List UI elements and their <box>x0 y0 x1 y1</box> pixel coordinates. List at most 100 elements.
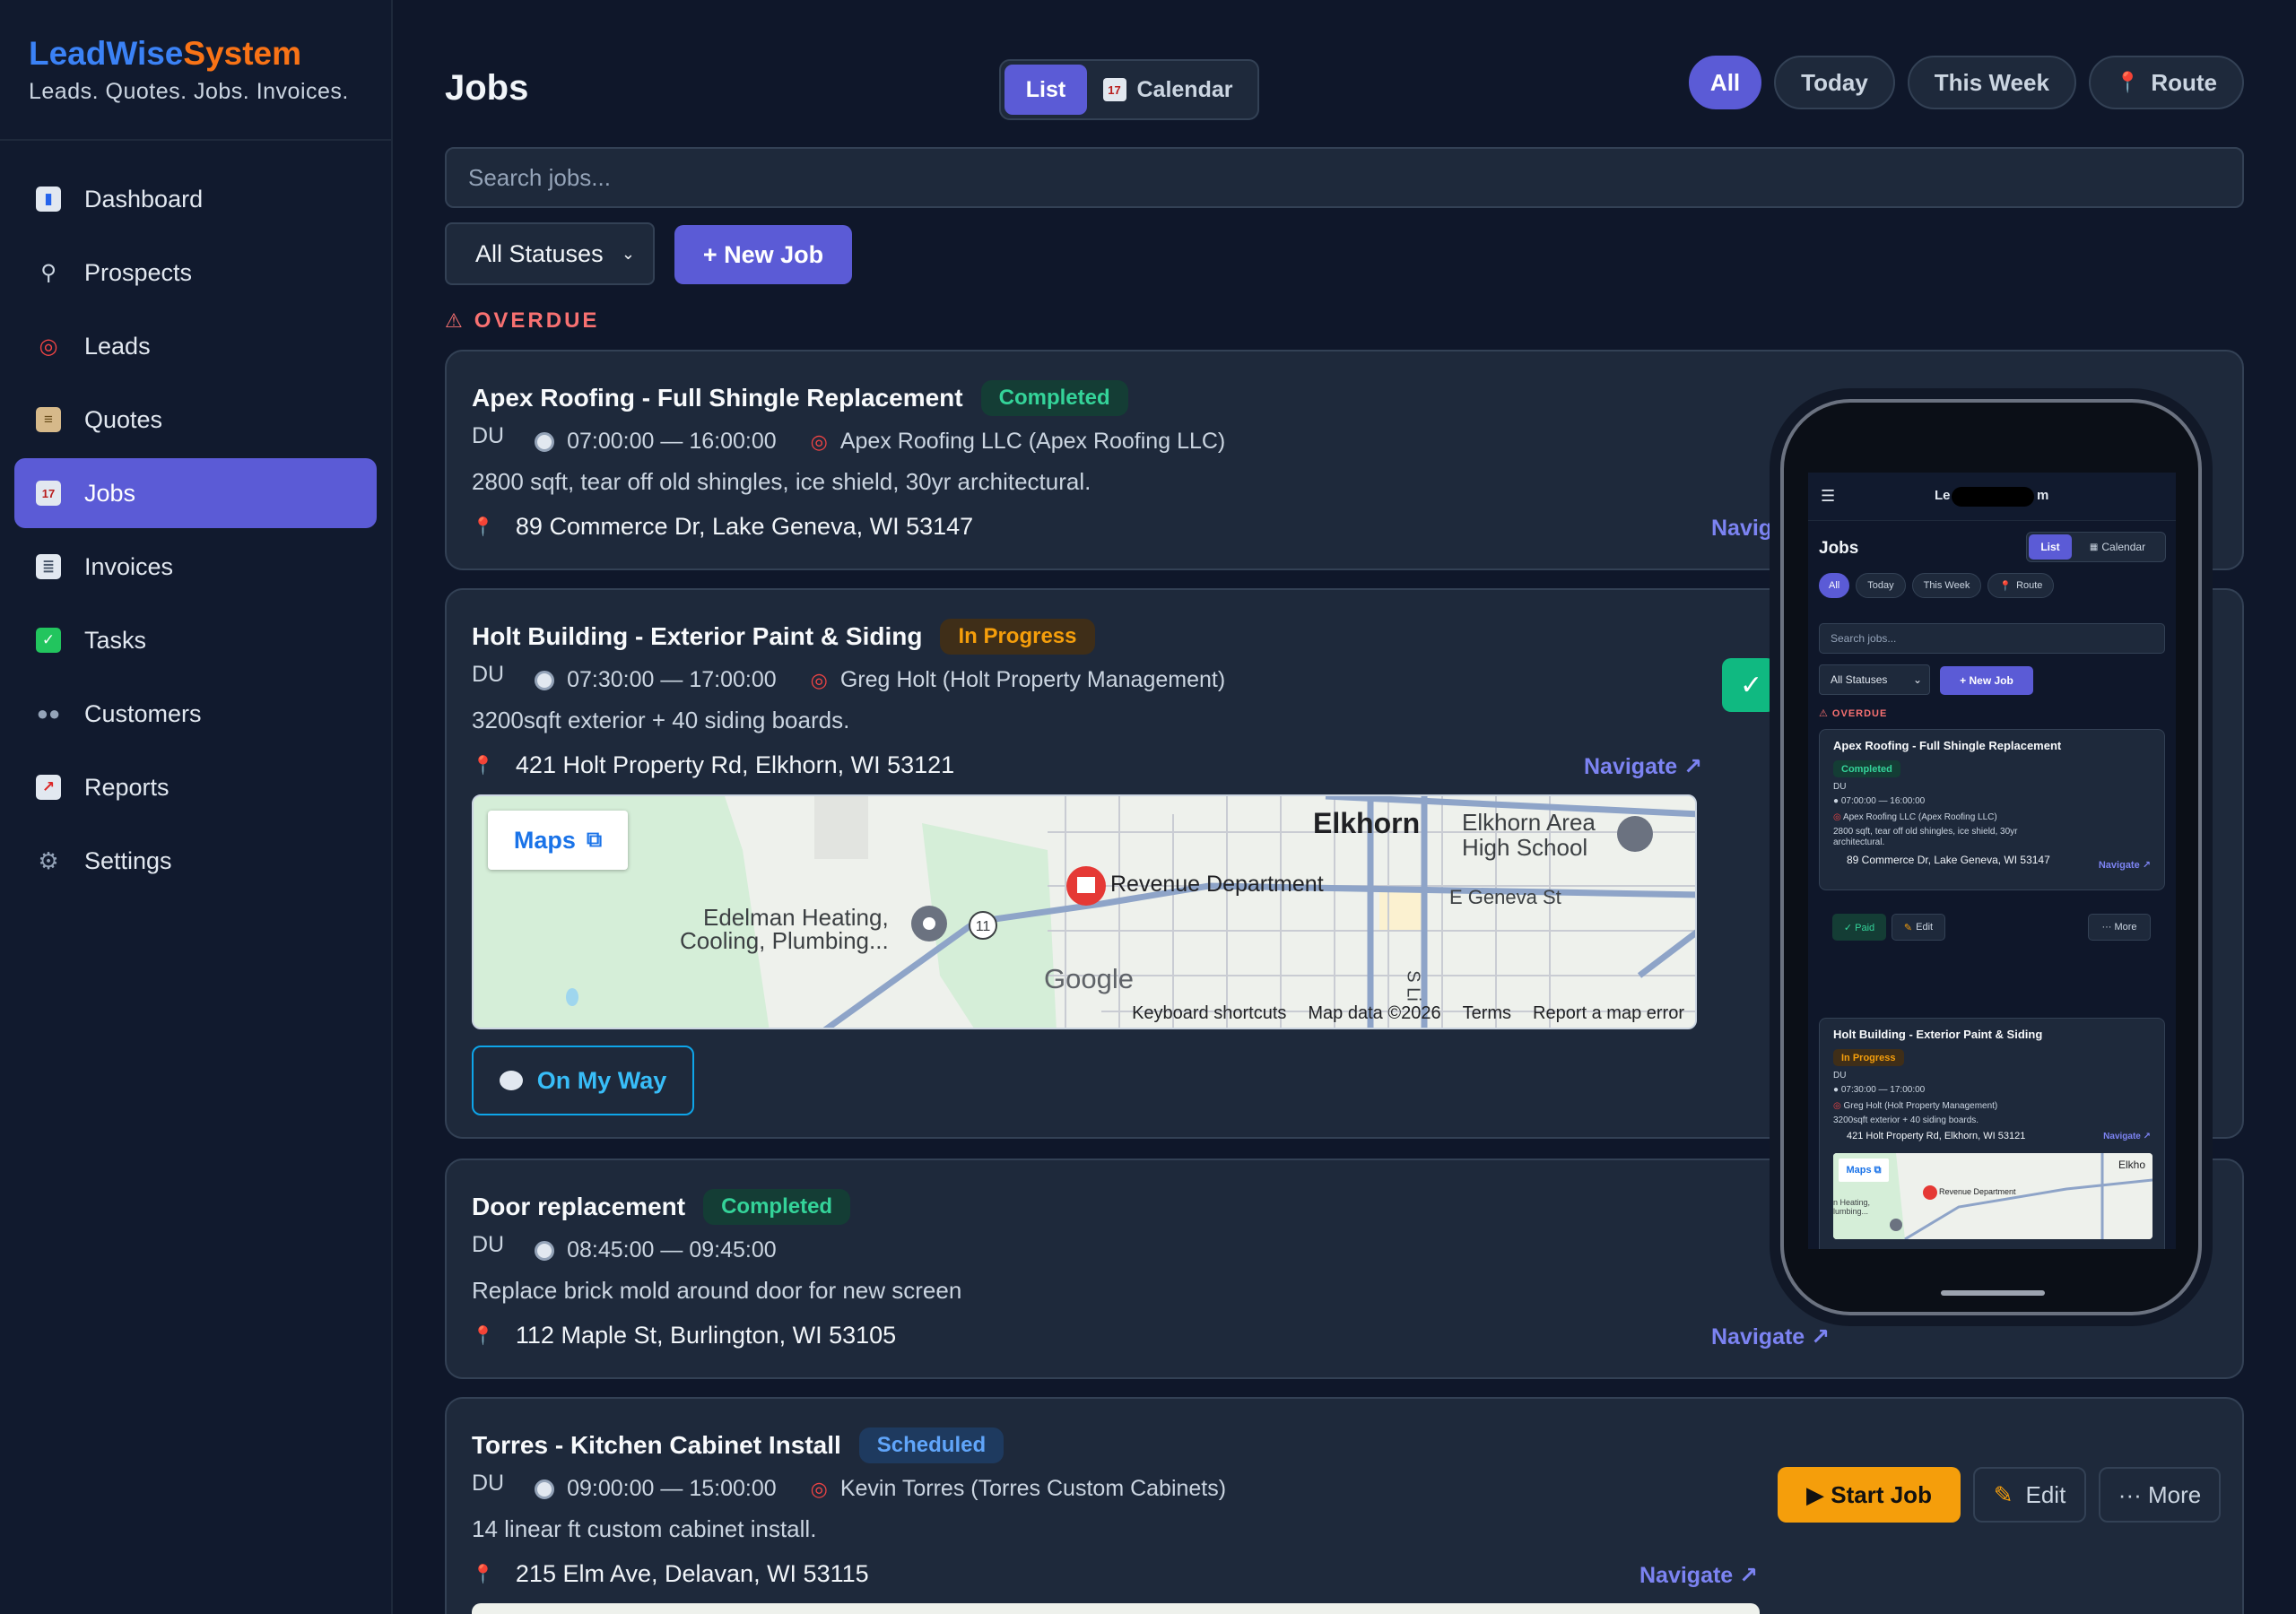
brand-logo[interactable]: LeadWiseSystem <box>29 32 362 75</box>
phone-view-calendar-button[interactable]: ▦ Calendar <box>2072 541 2163 553</box>
search-input[interactable] <box>445 147 2244 208</box>
job-du: DU <box>472 1232 505 1257</box>
brand-name-part1: LeadWise <box>29 35 184 72</box>
job-description: 3200sqft exterior + 40 siding boards. <box>472 707 850 733</box>
job-address-text: 215 Elm Ave, Delavan, WI 53115 <box>515 1560 869 1587</box>
status-select[interactable]: All Statuses ⌄ <box>445 222 655 285</box>
navigate-link[interactable]: Navigate ↗ <box>1711 1323 1830 1350</box>
phone-edit-button[interactable]: ✎ Edit <box>1892 914 1945 941</box>
target-icon: ◎ <box>810 430 828 453</box>
phone-filter-all[interactable]: All <box>1819 573 1850 598</box>
phone-filter-this-week[interactable]: This Week <box>1911 573 1982 598</box>
job-address-text: 89 Commerce Dr, Lake Geneva, WI 53147 <box>515 513 974 540</box>
new-job-button[interactable]: + New Job <box>674 225 852 284</box>
sidebar-item-leads[interactable]: ◎ Leads <box>14 311 377 381</box>
receipt-icon: ≣ <box>36 554 61 579</box>
phone-job-time: ● 07:00:00 — 16:00:00 <box>1833 796 1925 806</box>
sidebar-item-jobs[interactable]: 17 Jobs <box>14 458 377 528</box>
job-meta: DU 07:00:00 — 16:00:00 ◎ Apex Roofing LLC (… <box>472 423 1225 455</box>
edit-button[interactable]: ✎ Edit <box>1973 1467 2086 1523</box>
phone-status-badge: Completed <box>1833 760 1900 777</box>
check-icon: ✓ <box>1740 670 1763 700</box>
status-select-value: All Statuses <box>475 239 604 267</box>
phone-map-label-elkhorn: Elkho <box>2118 1158 2146 1171</box>
phone-map-label-edelman-2: lumbing... <box>1833 1207 1869 1216</box>
phone-job-card[interactable]: Holt Building - Exterior Paint & Siding … <box>1819 1018 2165 1249</box>
brand-tagline: Leads. Quotes. Jobs. Invoices. <box>29 79 349 104</box>
start-job-button[interactable]: ▶ Start Job <box>1778 1467 1961 1523</box>
pin-icon: 📍 <box>472 756 494 776</box>
sidebar-item-label: Settings <box>84 846 172 874</box>
mark-complete-button[interactable]: ✓ <box>1722 658 1776 712</box>
map-terms-link[interactable]: Terms <box>1463 1003 1511 1024</box>
phone-job-card[interactable]: Apex Roofing - Full Shingle Replacement … <box>1819 729 2165 890</box>
more-button[interactable]: ··· More <box>2099 1467 2221 1523</box>
phone-maps-label: Maps <box>1846 1165 1872 1176</box>
sidebar-item-dashboard[interactable]: ▮ Dashboard <box>14 164 377 234</box>
phone-navigate-link[interactable]: Navigate ↗ <box>2099 859 2151 871</box>
job-meta: DU 07:30:00 — 17:00:00 ◎ Greg Holt (Holt Pr… <box>472 662 1225 693</box>
filter-today[interactable]: Today <box>1774 56 1895 109</box>
navigate-link[interactable]: Navigate ↗ <box>1639 1562 1758 1589</box>
chevron-down-icon: ⌄ <box>621 244 635 263</box>
calendar-icon: 17 <box>1102 78 1126 101</box>
sidebar-item-quotes[interactable]: ≡ Quotes <box>14 385 377 455</box>
filter-this-week[interactable]: This Week <box>1907 56 2076 109</box>
on-my-way-button[interactable]: On My Way <box>472 1046 694 1115</box>
phone-search-input[interactable]: Search jobs... <box>1819 623 2165 654</box>
map-report-error-link[interactable]: Report a map error <box>1533 1003 1684 1024</box>
phone-filter-today[interactable]: Today <box>1856 573 1906 598</box>
job-card[interactable]: Torres - Kitchen Cabinet Install Schedule… <box>445 1397 2244 1614</box>
filter-route[interactable]: 📍 Route <box>2088 56 2244 109</box>
job-map[interactable]: 11 Maps ⧉ Elkhorn Elkhorn Area High Schoo… <box>472 794 1697 1029</box>
filter-all[interactable]: All <box>1688 56 1762 109</box>
chevron-down-icon: ⌄ <box>1912 673 1922 686</box>
job-address-text: 421 Holt Property Rd, Elkhorn, WI 53121 <box>515 751 955 778</box>
job-time: 07:00:00 — 16:00:00 <box>567 429 777 454</box>
phone-topbar: ☰ Le m <box>1808 473 2176 521</box>
sidebar-nav: ▮ Dashboard ⚲ Prospects ◎ Leads ≡ Quotes 17 J… <box>0 141 391 896</box>
map-keyboard-shortcuts[interactable]: Keyboard shortcuts <box>1132 1003 1286 1024</box>
clock-icon <box>535 670 555 690</box>
phone-filter-route[interactable]: 📍 Route <box>1987 573 2055 598</box>
job-actions: ▶ Start Job ✎ Edit ··· More <box>1778 1467 2221 1523</box>
phone-home-indicator <box>1941 1290 2045 1296</box>
phone-overdue-text: OVERDUE <box>1831 708 1888 719</box>
date-filters: All Today This Week 📍 Route <box>1688 56 2244 109</box>
phone-new-job-button[interactable]: + New Job <box>1940 666 2033 695</box>
phone-more-button[interactable]: ··· More <box>2088 914 2151 941</box>
warning-icon: ⚠ <box>1819 708 1832 719</box>
sidebar-item-customers[interactable]: ●● Customers <box>14 679 377 749</box>
on-my-way-label: On My Way <box>536 1066 667 1094</box>
navigate-link[interactable]: Navigate ↗ <box>1584 753 1702 780</box>
sidebar-item-prospects[interactable]: ⚲ Prospects <box>14 238 377 308</box>
job-du: DU <box>472 423 505 448</box>
pencil-icon: ✎ <box>1903 922 1913 933</box>
phone-job-map[interactable]: Maps ⧉ Elkho Revenue Department n Heating… <box>1833 1153 2152 1239</box>
job-meta: DU 08:45:00 — 09:45:00 <box>472 1232 777 1263</box>
phone-open-maps-button[interactable]: Maps ⧉ <box>1839 1158 1889 1182</box>
view-list-button[interactable]: List <box>1004 65 1087 115</box>
phone-navigate-link[interactable]: Navigate ↗ <box>2103 1132 2151 1141</box>
pin-icon: 📍 <box>472 517 494 537</box>
hamburger-menu-icon[interactable]: ☰ <box>1821 487 1835 506</box>
target-icon: ◎ <box>39 334 58 359</box>
phone-edit-label: Edit <box>1916 922 1934 933</box>
job-address-text: 112 Maple St, Burlington, WI 53105 <box>515 1322 897 1349</box>
job-address: 📍 421 Holt Property Rd, Elkhorn, WI 53121 <box>472 751 954 779</box>
phone-status-select[interactable]: All Statuses ⌄ <box>1819 664 1930 695</box>
target-icon: ◎ <box>810 1477 828 1500</box>
phone-paid-button[interactable]: ✓ Paid <box>1832 914 1886 941</box>
sidebar-item-settings[interactable]: ⚙ Settings <box>14 826 377 896</box>
phone-job-du: DU <box>1833 782 1847 792</box>
open-maps-button[interactable]: Maps ⧉ <box>488 811 628 870</box>
phone-view-list-button[interactable]: List <box>2029 534 2072 560</box>
sidebar-item-reports[interactable]: ↗ Reports <box>14 752 377 822</box>
calendar-icon: ▦ <box>2089 542 2099 552</box>
job-description: Replace brick mold around door for new s… <box>472 1277 962 1304</box>
view-calendar-button[interactable]: 17 Calendar <box>1087 65 1248 115</box>
sidebar-item-tasks[interactable]: ✓ Tasks <box>14 605 377 675</box>
job-description: 14 linear ft custom cabinet install. <box>472 1515 817 1542</box>
job-meta: DU 09:00:00 — 15:00:00 ◎ Kevin Torres (Torr… <box>472 1471 1226 1502</box>
sidebar-item-invoices[interactable]: ≣ Invoices <box>14 532 377 602</box>
